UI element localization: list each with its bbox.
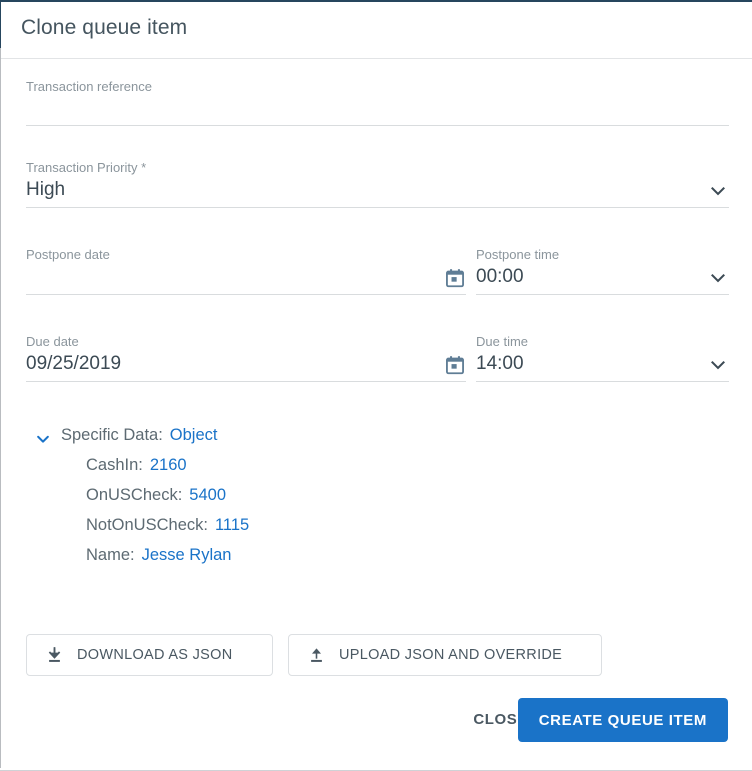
due-time-field[interactable]: Due time 14:00 [476, 334, 729, 382]
list-item: Name: Jesse Rylan [26, 546, 726, 576]
specific-data-entry-key: OnUSCheck: [86, 486, 183, 504]
upload-json-and-override-label: UPLOAD JSON AND OVERRIDE [339, 647, 563, 663]
clone-queue-item-dialog: Clone queue item Transaction reference T… [0, 0, 752, 771]
due-time-underline [476, 381, 729, 382]
postpone-date-underline [26, 294, 466, 295]
postpone-time-label: Postpone time [476, 247, 560, 262]
list-item: NotOnUSCheck: 1115 [26, 516, 726, 546]
download-as-json-button[interactable]: DOWNLOAD AS JSON [26, 634, 273, 676]
calendar-icon[interactable] [444, 267, 466, 289]
transaction-priority-value[interactable]: High [26, 179, 65, 201]
postpone-date-label: Postpone date [26, 247, 110, 262]
upload-json-and-override-button[interactable]: UPLOAD JSON AND OVERRIDE [288, 634, 602, 676]
transaction-reference-label: Transaction reference [26, 79, 152, 94]
specific-data-key: Specific Data: [61, 426, 163, 444]
specific-data-entry-key: NotOnUSCheck: [86, 516, 208, 534]
specific-data-root-row[interactable]: Specific Data: Object [26, 426, 726, 456]
postpone-time-value[interactable]: 00:00 [476, 266, 524, 288]
transaction-reference-field[interactable]: Transaction reference [26, 79, 729, 126]
list-item: OnUSCheck: 5400 [26, 486, 726, 516]
specific-data-entry-key: CashIn: [86, 456, 143, 474]
transaction-priority-label: Transaction Priority * [26, 160, 147, 175]
specific-data-entry-key: Name: [86, 546, 135, 564]
due-date-label: Due date [26, 334, 79, 349]
dialog-body: Transaction reference Transaction Priori… [1, 60, 752, 680]
transaction-priority-underline [26, 207, 729, 208]
postpone-time-underline [476, 294, 729, 295]
chevron-down-icon[interactable] [707, 354, 729, 376]
postpone-date-field[interactable]: Postpone date [26, 247, 466, 295]
download-icon [45, 646, 64, 665]
chevron-down-icon[interactable] [34, 430, 52, 448]
list-item: CashIn: 2160 [26, 456, 726, 486]
specific-data-entry-value: 1115 [214, 516, 250, 534]
transaction-priority-field[interactable]: Transaction Priority * High [26, 160, 729, 208]
specific-data-entry-value: 5400 [189, 486, 227, 504]
chevron-down-icon[interactable] [707, 267, 729, 289]
transaction-reference-underline [26, 125, 729, 126]
specific-data-entry-value: 2160 [149, 456, 187, 474]
due-date-underline [26, 381, 466, 382]
chevron-down-icon[interactable] [707, 180, 729, 202]
create-queue-item-button[interactable]: CREATE QUEUE ITEM [517, 698, 728, 742]
due-date-field[interactable]: Due date 09/25/2019 [26, 334, 466, 382]
specific-data-entry-value: Jesse Rylan [141, 546, 232, 564]
specific-data-tree: Specific Data: Object CashIn: 2160 OnUSChe… [26, 426, 726, 576]
dialog-title: Clone queue item [21, 16, 188, 39]
specific-data-type[interactable]: Object [170, 426, 218, 444]
due-date-value[interactable]: 09/25/2019 [26, 353, 121, 375]
upload-icon [307, 646, 326, 665]
download-as-json-label: DOWNLOAD AS JSON [77, 647, 233, 663]
due-time-label: Due time [476, 334, 529, 349]
calendar-icon[interactable] [444, 354, 466, 376]
due-time-value[interactable]: 14:00 [476, 353, 524, 375]
dialog-header: Clone queue item [1, 2, 752, 59]
dialog-footer: CLOSE CREATE QUEUE ITEM [1, 680, 752, 770]
postpone-time-field[interactable]: Postpone time 00:00 [476, 247, 729, 295]
